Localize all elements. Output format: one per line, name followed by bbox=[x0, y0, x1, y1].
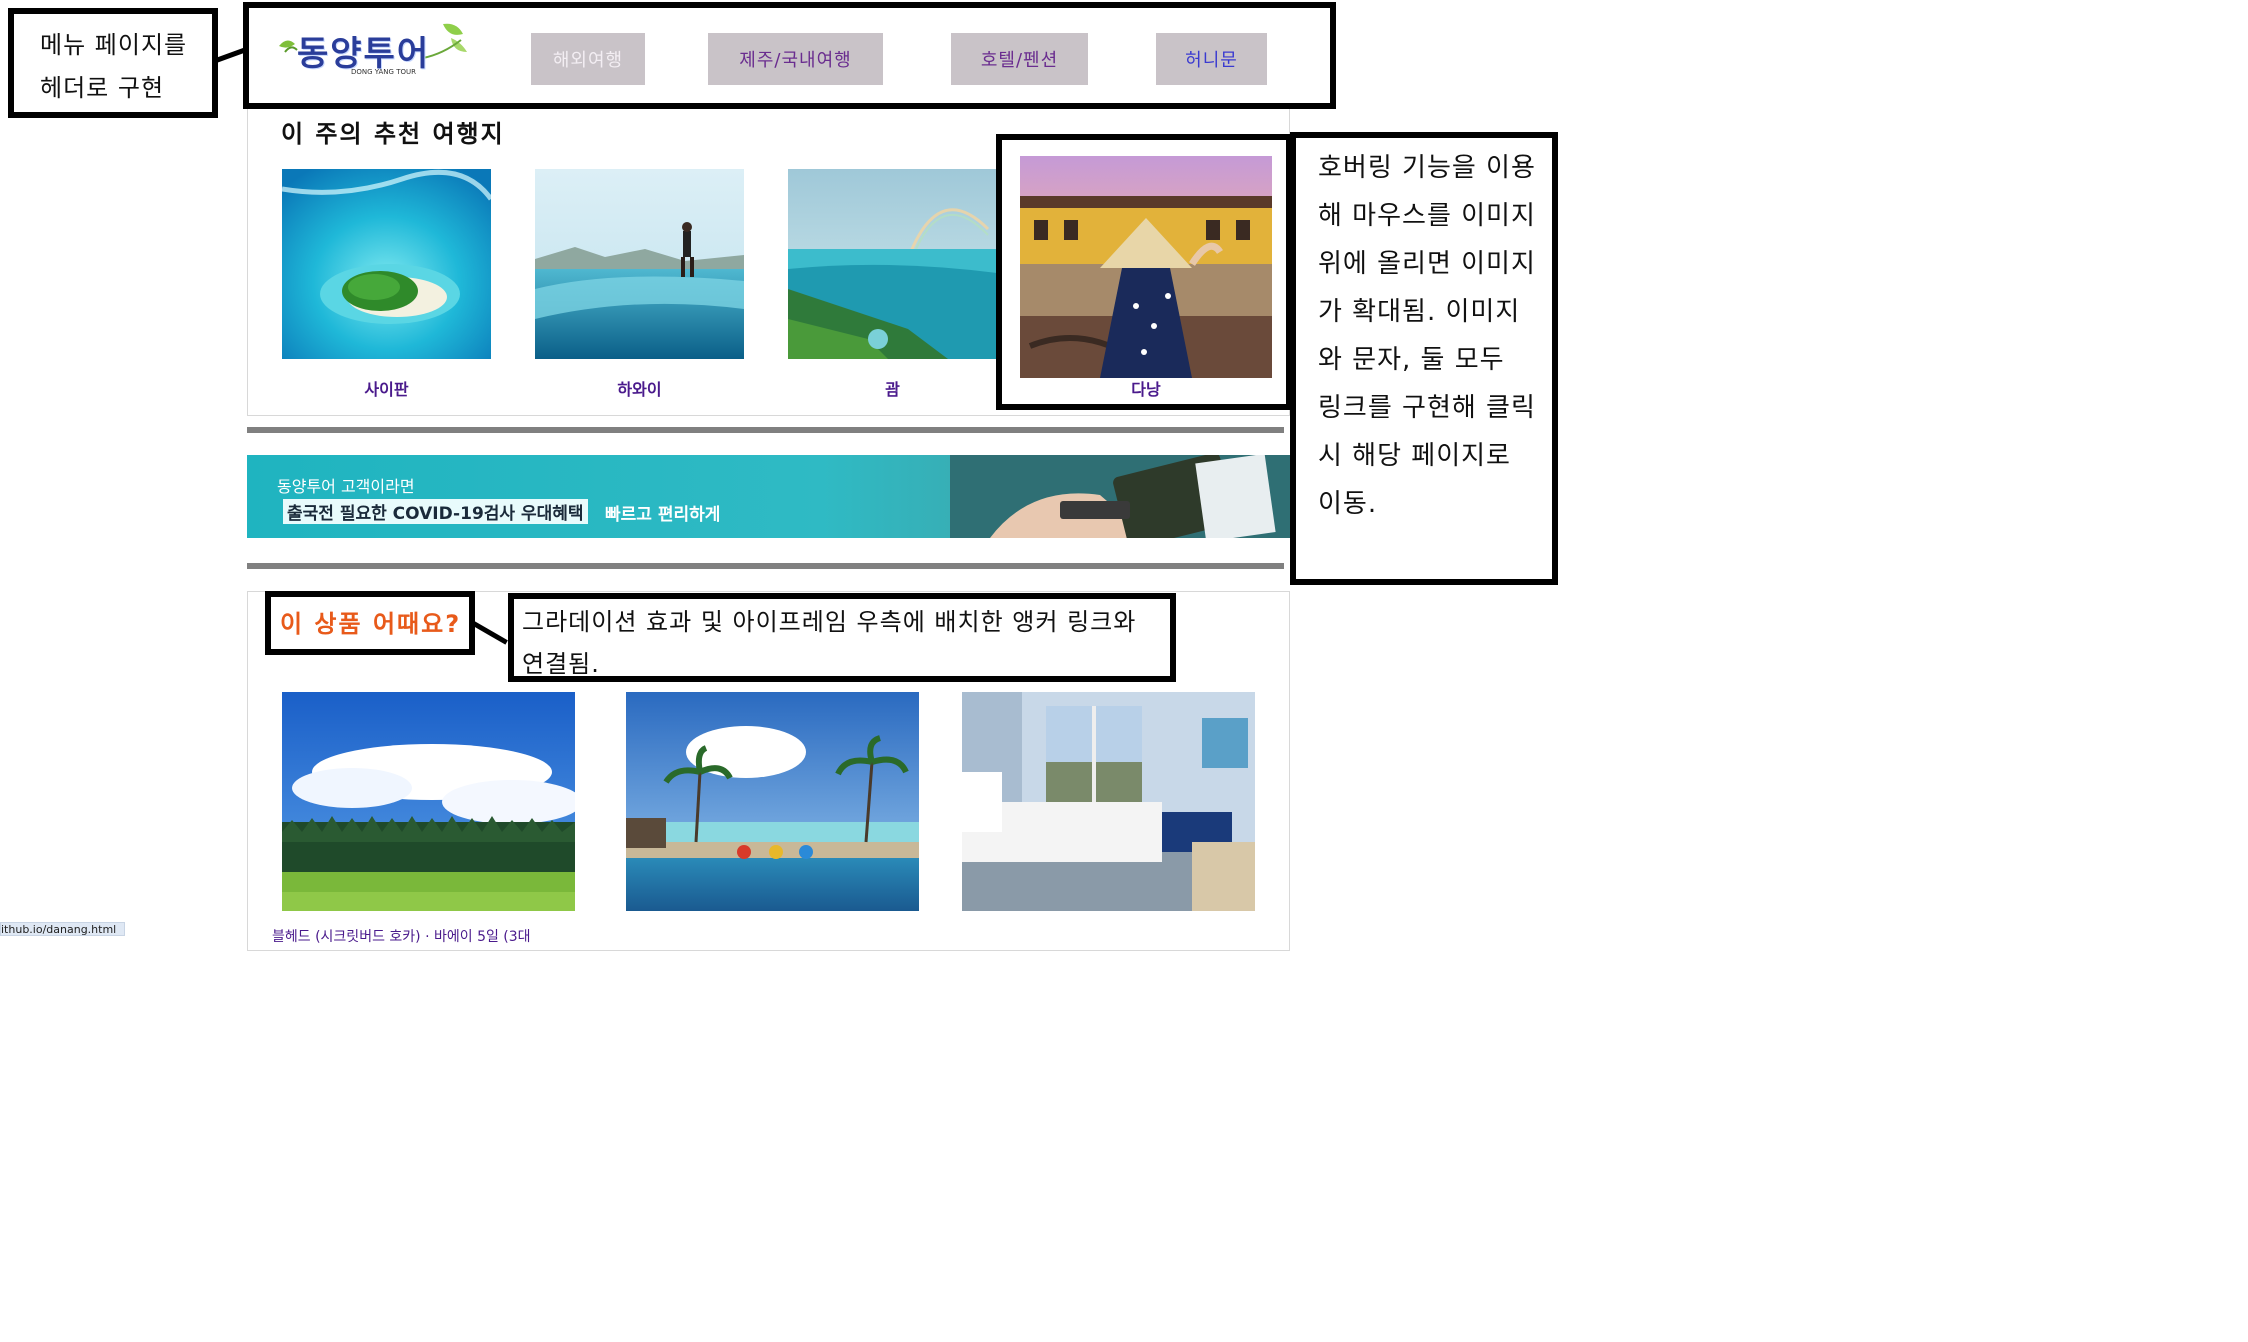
menu-label: 호텔/펜션 bbox=[980, 50, 1059, 71]
hawaii-image[interactable] bbox=[535, 169, 744, 359]
banner-line2-rest: 빠르고 편리하게 bbox=[605, 505, 721, 525]
danang-image[interactable] bbox=[1020, 156, 1272, 378]
product-caption[interactable]: 블헤드 (시크릿버드 호카) · 바에이 5일 (3대 bbox=[272, 926, 531, 946]
guam-image[interactable] bbox=[788, 169, 997, 359]
saipan-image[interactable] bbox=[282, 169, 491, 359]
product-image-forest[interactable] bbox=[282, 692, 575, 911]
product-image-hotel-room[interactable] bbox=[962, 692, 1255, 911]
menu-jeju-domestic-travel[interactable]: 제주/국내여행 bbox=[708, 33, 883, 85]
hawaii-label[interactable]: 하와이 bbox=[535, 376, 744, 400]
menu-label: 제주/국내여행 bbox=[739, 50, 852, 71]
hover-annotation-text: 호버링 기능을 이용해 마우스를 이미지 위에 올리면 이미지가 확대됨. 이미… bbox=[1318, 153, 1536, 519]
site-header: 동양투어 DONG YANG TOUR 해외여행 제주/국내여행 호텔/펜션 허… bbox=[243, 2, 1336, 109]
logo-subtext: DONG YANG TOUR bbox=[351, 68, 416, 76]
product-title[interactable]: 이 상품 어때요? bbox=[280, 604, 461, 639]
section-divider bbox=[247, 427, 1284, 433]
section-divider bbox=[247, 563, 1284, 569]
menu-hotel-pension[interactable]: 호텔/펜션 bbox=[951, 33, 1088, 85]
hover-annotation: 호버링 기능을 이용해 마우스를 이미지 위에 올리면 이미지가 확대됨. 이미… bbox=[1290, 132, 1558, 585]
site-logo[interactable]: 동양투어 DONG YANG TOUR bbox=[273, 18, 473, 80]
banner-line2-highlight: 출국전 필요한 COVID-19검사 우대혜택 bbox=[283, 499, 588, 524]
status-bar-url: ithub.io/danang.html bbox=[0, 922, 126, 936]
menu-label: 해외여행 bbox=[552, 50, 624, 71]
gradation-annotation: 그라데이션 효과 및 아이프레임 우측에 배치한 앵커 링크와 연결됨. bbox=[508, 593, 1176, 682]
danang-label[interactable]: 다낭 bbox=[1020, 376, 1272, 400]
menu-label: 허니문 bbox=[1185, 50, 1238, 71]
guam-label[interactable]: 괌 bbox=[788, 376, 997, 400]
header-annotation-text: 메뉴 페이지를 헤더로 구현 bbox=[40, 31, 188, 103]
saipan-label[interactable]: 사이판 bbox=[282, 376, 491, 400]
menu-overseas-travel[interactable]: 해외여행 bbox=[531, 33, 645, 85]
menu-honeymoon[interactable]: 허니문 bbox=[1156, 33, 1267, 85]
banner-passport-graphic bbox=[950, 455, 1290, 538]
recommend-title: 이 주의 추천 여행지 bbox=[281, 120, 505, 148]
product-image-resort-pool[interactable] bbox=[626, 692, 919, 911]
covid-banner[interactable]: 동양투어 고객이라면 출국전 필요한 COVID-19검사 우대혜택 빠르고 편… bbox=[247, 455, 1290, 538]
header-annotation: 메뉴 페이지를 헤더로 구현 bbox=[8, 8, 218, 118]
gradation-annotation-text: 그라데이션 효과 및 아이프레임 우측에 배치한 앵커 링크와 연결됨. bbox=[522, 608, 1137, 678]
banner-line1: 동양투어 고객이라면 bbox=[277, 477, 415, 496]
